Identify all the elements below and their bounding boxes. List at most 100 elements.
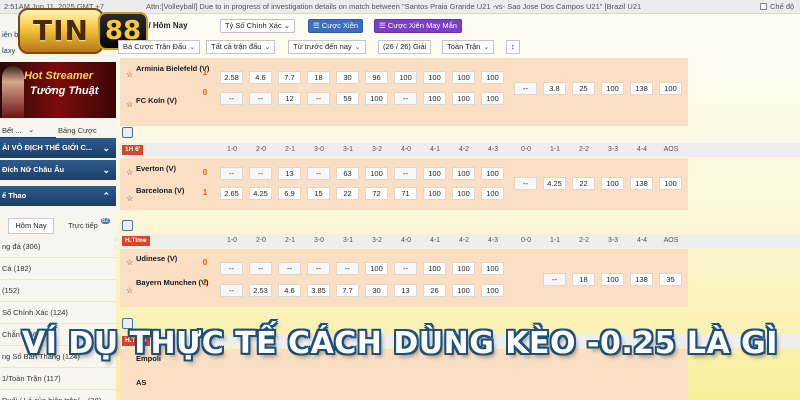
chevron-down-icon[interactable]: ⌄ <box>28 125 34 134</box>
odds-cell[interactable]: 4.6 <box>278 284 301 297</box>
checkbox-icon[interactable] <box>760 3 767 10</box>
odds-cell[interactable]: 100 <box>481 187 504 200</box>
league-count[interactable]: (26 / 26) Giải <box>378 40 432 54</box>
tab-bet-list[interactable]: Bảng Cược <box>58 126 97 135</box>
odds-cell[interactable]: 25 <box>572 82 595 95</box>
odds-cell[interactable]: 100 <box>365 262 388 275</box>
odds-cell[interactable]: 100 <box>481 92 504 105</box>
odds-cell[interactable]: -- <box>307 262 330 275</box>
odds-cell[interactable]: 100 <box>659 177 682 190</box>
odds-cell[interactable]: -- <box>336 262 359 275</box>
odds-cell[interactable]: 30 <box>365 284 388 297</box>
odds-cell[interactable]: -- <box>220 92 243 105</box>
odds-cell[interactable]: 13 <box>278 167 301 180</box>
odds-cell[interactable]: 100 <box>452 71 475 84</box>
odds-cell[interactable]: 100 <box>601 82 624 95</box>
odds-cell[interactable]: 100 <box>365 92 388 105</box>
news-ticker[interactable]: Attn:[Volleyball] Due to in progress of … <box>146 2 641 11</box>
mode-toggle[interactable]: Chế độ <box>760 2 794 11</box>
odds-cell[interactable]: -- <box>307 167 330 180</box>
odds-cell[interactable]: 4.25 <box>249 187 272 200</box>
odds-cell[interactable]: 100 <box>452 167 475 180</box>
odds-cell[interactable]: 100 <box>365 167 388 180</box>
all-matches-select[interactable]: Tất cả trận đấu ⌄ <box>206 40 276 54</box>
odds-cell[interactable]: -- <box>220 262 243 275</box>
odds-cell[interactable]: 138 <box>630 82 653 95</box>
star-icon[interactable]: ☆ <box>126 194 133 203</box>
odds-cell[interactable]: 22 <box>336 187 359 200</box>
odds-cell[interactable]: 22 <box>572 177 595 190</box>
star-icon[interactable]: ☆ <box>126 168 133 177</box>
odds-cell[interactable]: 30 <box>336 71 359 84</box>
odds-cell[interactable]: 7.7 <box>336 284 359 297</box>
sidebar-item-half-full[interactable]: 1/Toàn Trận (117) <box>0 368 116 390</box>
odds-cell[interactable]: 100 <box>481 167 504 180</box>
odds-cell[interactable]: 100 <box>423 187 446 200</box>
odds-cell[interactable]: 15 <box>307 187 330 200</box>
odds-cell[interactable]: 63 <box>336 167 359 180</box>
star-icon[interactable]: ☆ <box>126 258 133 267</box>
odds-cell[interactable]: 100 <box>659 82 682 95</box>
odds-cell[interactable]: 96 <box>365 71 388 84</box>
odds-cell[interactable]: -- <box>307 92 330 105</box>
sort-button[interactable]: ↕ <box>506 40 520 54</box>
odds-cell[interactable]: -- <box>220 167 243 180</box>
odds-cell[interactable]: 100 <box>452 92 475 105</box>
odds-cell[interactable]: -- <box>249 167 272 180</box>
more-bets-icon[interactable] <box>122 127 133 138</box>
time-range-select[interactable]: Từ trước đến nay ⌄ <box>288 40 366 54</box>
star-icon[interactable]: ☆ <box>126 70 133 79</box>
sidebar-section-euro-women[interactable]: Đích Nữ Châu Âu ⌄ <box>0 160 116 180</box>
streamer-banner[interactable]: Hot Streamer Tướng Thuật <box>0 62 116 118</box>
sidebar-item-odd-even-half[interactable]: Đuối / Lẻ của hiệp trận/... (28) <box>0 390 116 400</box>
bet-type-select[interactable]: Bá Cược Trận Đấu ⌄ <box>118 40 201 54</box>
odds-cell[interactable]: 71 <box>394 187 417 200</box>
odds-cell[interactable]: 3.8 <box>543 82 566 95</box>
odds-cell[interactable]: 100 <box>481 71 504 84</box>
sidebar-item[interactable]: Cá (182) <box>0 258 116 280</box>
odds-cell[interactable]: 100 <box>394 71 417 84</box>
more-bets-icon[interactable] <box>122 220 133 231</box>
odds-cell[interactable]: 100 <box>452 187 475 200</box>
star-icon[interactable]: ☆ <box>126 286 133 295</box>
tab-today[interactable]: Hôm Nay <box>8 218 54 234</box>
odds-cell[interactable]: 100 <box>423 92 446 105</box>
odds-cell[interactable]: -- <box>249 92 272 105</box>
parlay-button[interactable]: ☰ Cược Xiên <box>308 19 364 33</box>
odds-cell[interactable]: 100 <box>452 284 475 297</box>
odds-cell[interactable]: -- <box>394 167 417 180</box>
odds-cell[interactable]: 35 <box>659 273 682 286</box>
odds-cell[interactable]: 2.53 <box>249 284 272 297</box>
odds-cell[interactable]: 100 <box>481 262 504 275</box>
odds-cell[interactable]: 4.25 <box>543 177 566 190</box>
odds-cell[interactable]: 100 <box>423 71 446 84</box>
odds-cell[interactable]: 7.7 <box>278 71 301 84</box>
odds-cell[interactable]: 13 <box>394 284 417 297</box>
odds-cell[interactable]: 72 <box>365 187 388 200</box>
sidebar-item[interactable]: (152) <box>0 280 116 302</box>
odds-cell[interactable]: 100 <box>423 167 446 180</box>
odds-cell[interactable]: 138 <box>630 273 653 286</box>
odds-cell[interactable]: 138 <box>630 177 653 190</box>
odds-cell[interactable]: -- <box>514 177 537 190</box>
odds-cell[interactable]: 100 <box>452 262 475 275</box>
odds-cell[interactable]: 4.6 <box>249 71 272 84</box>
sidebar-item-correct-score[interactable]: Số Chính Xác (124) <box>0 302 116 324</box>
odds-cell[interactable]: -- <box>543 273 566 286</box>
odds-cell[interactable]: 100 <box>423 262 446 275</box>
sidebar-section-sports[interactable]: ể Thao ⌃ <box>0 186 116 206</box>
odds-cell[interactable]: 6.9 <box>278 187 301 200</box>
odds-cell[interactable]: 2.58 <box>220 71 243 84</box>
odds-cell[interactable]: 18 <box>307 71 330 84</box>
sidebar-section-world-cup[interactable]: ẢI VÔ ĐỊCH THẾ GIỚI C... ⌄ <box>0 138 116 158</box>
period-select[interactable]: Toàn Trận ⌄ <box>442 40 495 54</box>
odds-cell[interactable]: 12 <box>278 92 301 105</box>
lucky-parlay-button[interactable]: ☰ Cược Xiên May Mắn <box>374 19 462 33</box>
star-icon[interactable]: ☆ <box>126 100 133 109</box>
correct-score-select[interactable]: Tỷ Số Chính Xác ⌄ <box>220 19 296 33</box>
odds-cell[interactable]: 100 <box>481 284 504 297</box>
odds-cell[interactable]: 18 <box>572 273 595 286</box>
odds-cell[interactable]: 100 <box>601 177 624 190</box>
odds-cell[interactable]: -- <box>278 262 301 275</box>
odds-cell[interactable]: 26 <box>423 284 446 297</box>
